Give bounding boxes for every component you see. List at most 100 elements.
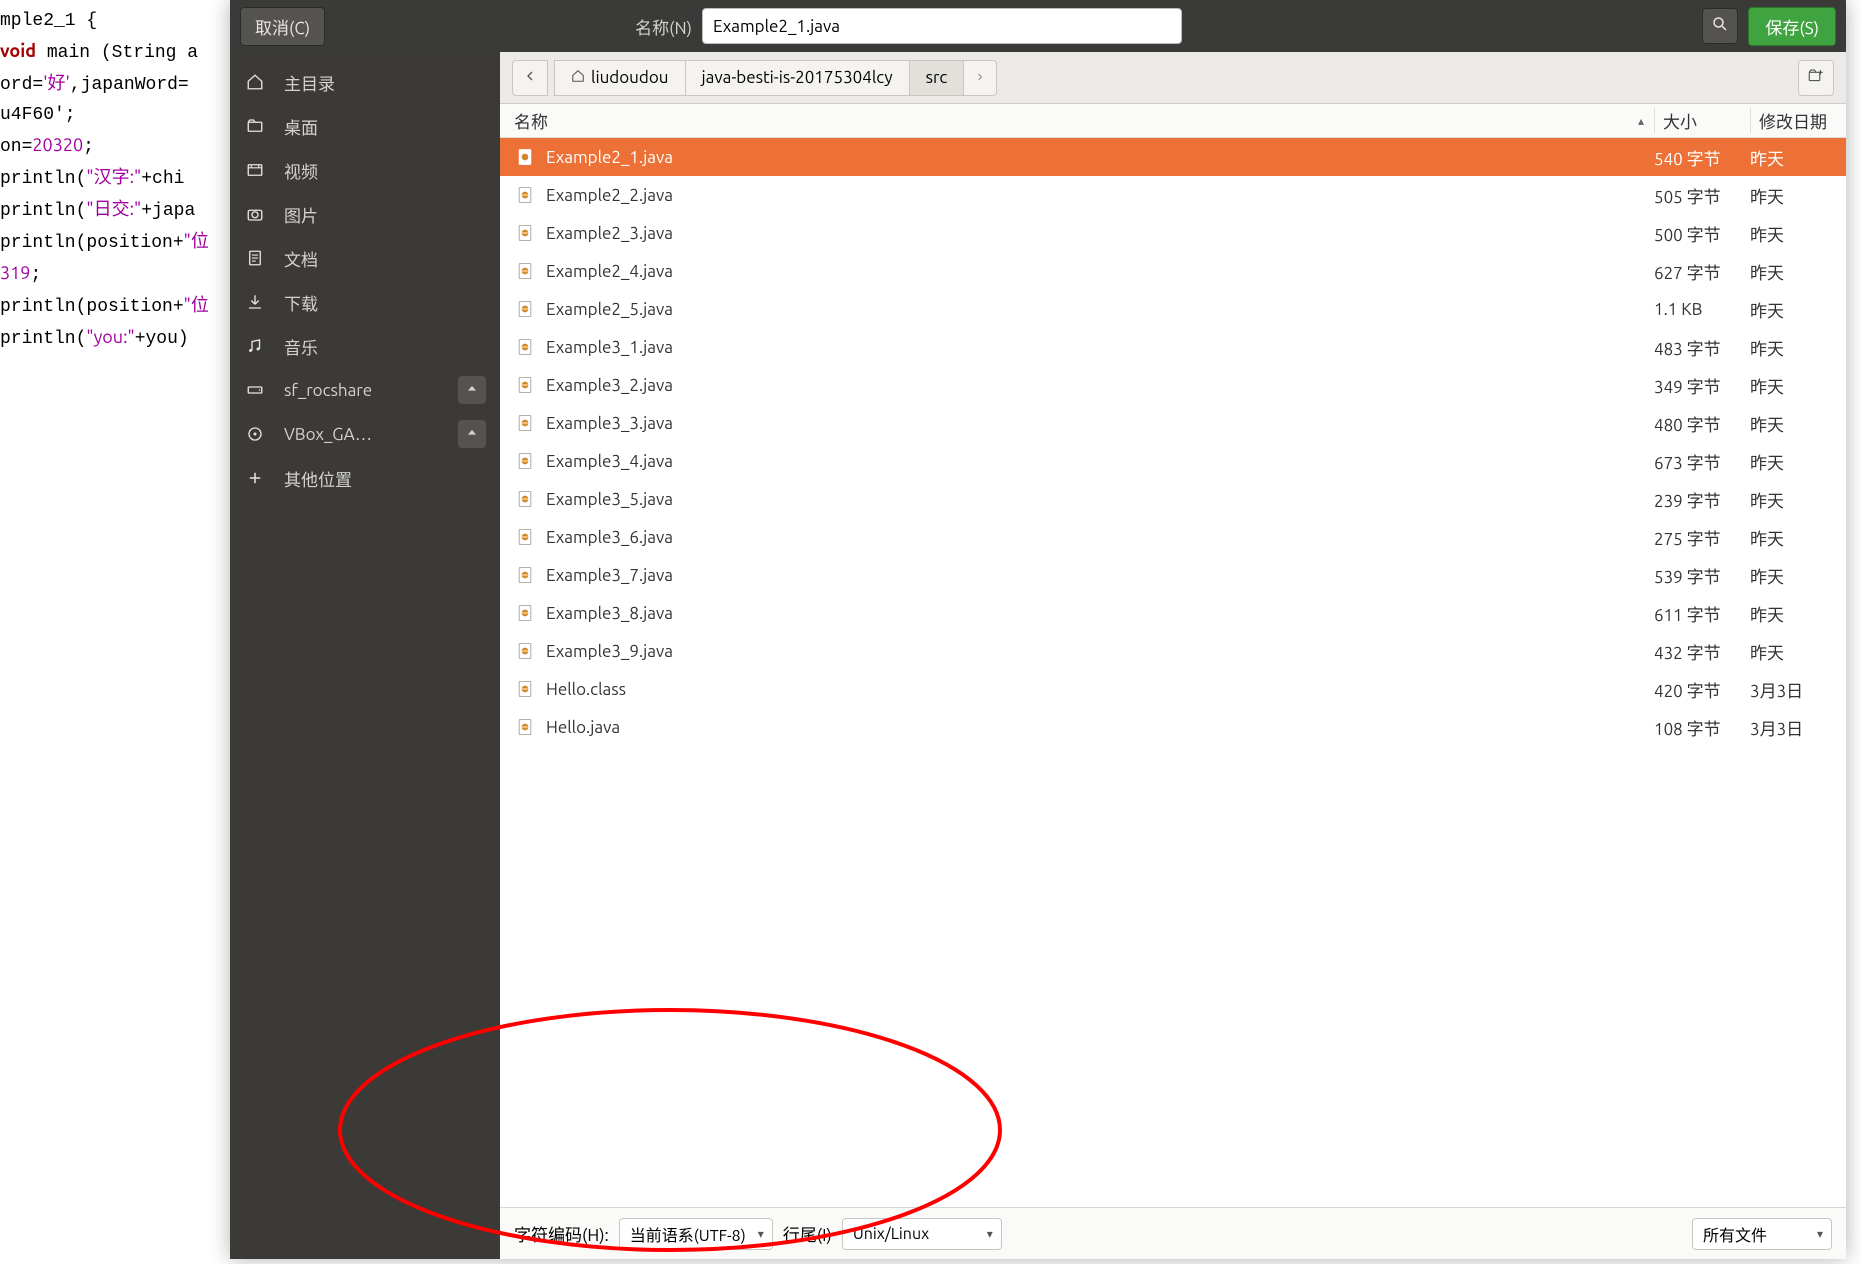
main-panel: liudoudou java-besti-is-20175304lcy src 名称… — [500, 52, 1846, 1259]
breadcrumb-segment[interactable]: liudoudou — [555, 61, 686, 95]
encoding-value: 当前语系(UTF-8) — [630, 1222, 746, 1246]
column-modified[interactable]: 修改日期 — [1750, 108, 1846, 133]
file-modified: 昨天 — [1750, 183, 1846, 208]
file-size: 611 字节 — [1654, 601, 1750, 626]
file-icon — [514, 564, 536, 586]
file-name: Example3_1.java — [546, 338, 1654, 357]
video-icon — [244, 159, 266, 181]
file-name: Example3_2.java — [546, 376, 1654, 395]
sidebar-item-disc[interactable]: VBox_GA… — [230, 412, 500, 456]
breadcrumb-segment[interactable]: src — [910, 61, 965, 95]
breadcrumb-forward[interactable] — [964, 61, 996, 95]
sidebar-item-folder[interactable]: 桌面 — [230, 104, 500, 148]
file-size: 673 字节 — [1654, 449, 1750, 474]
sidebar-item-music[interactable]: 音乐 — [230, 324, 500, 368]
file-save-dialog: 取消(C) 名称(N) 保存(S) 主目录桌面视频图片文档下载音乐sf_rocs… — [230, 0, 1846, 1259]
file-row[interactable]: Example3_1.java483 字节昨天 — [500, 328, 1846, 366]
sidebar-item-label: VBox_GA… — [284, 425, 372, 444]
file-row[interactable]: Example3_7.java539 字节昨天 — [500, 556, 1846, 594]
eol-value: Unix/Linux — [853, 1225, 929, 1243]
breadcrumb-row: liudoudou java-besti-is-20175304lcy src — [500, 52, 1846, 104]
cancel-button[interactable]: 取消(C) — [240, 7, 325, 46]
file-row[interactable]: Example3_2.java349 字节昨天 — [500, 366, 1846, 404]
places-sidebar: 主目录桌面视频图片文档下载音乐sf_rocshare VBox_GA… 其他位置 — [230, 52, 500, 1259]
file-size: 420 字节 — [1654, 677, 1750, 702]
back-button[interactable] — [512, 60, 548, 96]
file-size: 505 字节 — [1654, 183, 1750, 208]
filename-input[interactable] — [702, 8, 1182, 44]
sidebar-item-label: 桌面 — [284, 114, 318, 139]
sidebar-item-label: 下载 — [284, 290, 318, 315]
sidebar-item-home[interactable]: 主目录 — [230, 60, 500, 104]
file-row[interactable]: Example2_4.java627 字节昨天 — [500, 252, 1846, 290]
sidebar-item-label: 主目录 — [284, 70, 335, 95]
camera-icon — [244, 203, 266, 225]
encoding-select[interactable]: 当前语系(UTF-8) — [619, 1218, 773, 1250]
eject-icon[interactable] — [458, 376, 486, 404]
breadcrumb-path: liudoudou java-besti-is-20175304lcy src — [554, 60, 997, 96]
file-row[interactable]: Example3_4.java673 字节昨天 — [500, 442, 1846, 480]
file-icon — [514, 678, 536, 700]
sidebar-item-drive[interactable]: sf_rocshare — [230, 368, 500, 412]
breadcrumb-segment[interactable]: java-besti-is-20175304lcy — [686, 61, 910, 95]
file-icon — [514, 336, 536, 358]
file-icon — [514, 488, 536, 510]
sidebar-item-video[interactable]: 视频 — [230, 148, 500, 192]
file-name: Example2_2.java — [546, 186, 1654, 205]
file-icon — [514, 640, 536, 662]
column-size[interactable]: 大小 — [1654, 108, 1750, 133]
file-row[interactable]: Hello.java108 字节3月3日 — [500, 708, 1846, 746]
chevron-left-icon — [522, 68, 538, 88]
file-name: Example2_5.java — [546, 300, 1654, 319]
list-header: 名称 ▴ 大小 修改日期 — [500, 104, 1846, 138]
plus-icon — [244, 467, 266, 489]
save-button[interactable]: 保存(S) — [1748, 7, 1836, 46]
eol-select[interactable]: Unix/Linux — [842, 1218, 1002, 1250]
file-size: 1.1 KB — [1654, 300, 1750, 319]
file-row[interactable]: Example2_5.java1.1 KB昨天 — [500, 290, 1846, 328]
search-button[interactable] — [1702, 8, 1738, 44]
filetype-filter-select[interactable]: 所有文件 — [1692, 1218, 1832, 1250]
file-row[interactable]: Example2_3.java500 字节昨天 — [500, 214, 1846, 252]
sidebar-item-doc[interactable]: 文档 — [230, 236, 500, 280]
file-modified: 昨天 — [1750, 411, 1846, 436]
filter-value: 所有文件 — [1703, 1222, 1767, 1246]
file-row[interactable]: Example3_9.java432 字节昨天 — [500, 632, 1846, 670]
home-icon — [571, 68, 585, 87]
new-folder-button[interactable] — [1798, 60, 1834, 96]
file-modified: 昨天 — [1750, 525, 1846, 550]
file-name: Example3_6.java — [546, 528, 1654, 547]
breadcrumb-label: java-besti-is-20175304lcy — [702, 68, 893, 87]
file-icon — [514, 526, 536, 548]
file-size: 108 字节 — [1654, 715, 1750, 740]
column-name[interactable]: 名称 ▴ — [500, 108, 1654, 133]
search-icon — [1711, 15, 1729, 37]
sidebar-item-download[interactable]: 下载 — [230, 280, 500, 324]
eject-icon[interactable] — [458, 420, 486, 448]
file-icon — [514, 222, 536, 244]
home-icon — [244, 71, 266, 93]
file-modified: 昨天 — [1750, 639, 1846, 664]
folder-icon — [244, 115, 266, 137]
bottom-bar: 字符编码(H): 当前语系(UTF-8) 行尾(I) Unix/Linux 所有… — [500, 1207, 1846, 1259]
file-row[interactable]: Example3_5.java239 字节昨天 — [500, 480, 1846, 518]
file-modified: 昨天 — [1750, 297, 1846, 322]
file-row[interactable]: Example2_1.java540 字节昨天 — [500, 138, 1846, 176]
file-list[interactable]: Example2_1.java540 字节昨天Example2_2.java50… — [500, 138, 1846, 1207]
file-row[interactable]: Hello.class420 字节3月3日 — [500, 670, 1846, 708]
sidebar-item-camera[interactable]: 图片 — [230, 192, 500, 236]
file-row[interactable]: Example2_2.java505 字节昨天 — [500, 176, 1846, 214]
file-icon — [514, 298, 536, 320]
file-row[interactable]: Example3_6.java275 字节昨天 — [500, 518, 1846, 556]
file-size: 349 字节 — [1654, 373, 1750, 398]
file-row[interactable]: Example3_3.java480 字节昨天 — [500, 404, 1846, 442]
file-modified: 3月3日 — [1750, 715, 1846, 740]
file-size: 239 字节 — [1654, 487, 1750, 512]
file-modified: 昨天 — [1750, 449, 1846, 474]
file-name: Example3_9.java — [546, 642, 1654, 661]
file-name: Example2_4.java — [546, 262, 1654, 281]
sidebar-item-plus[interactable]: 其他位置 — [230, 456, 500, 500]
download-icon — [244, 291, 266, 313]
file-row[interactable]: Example3_8.java611 字节昨天 — [500, 594, 1846, 632]
file-icon — [514, 450, 536, 472]
